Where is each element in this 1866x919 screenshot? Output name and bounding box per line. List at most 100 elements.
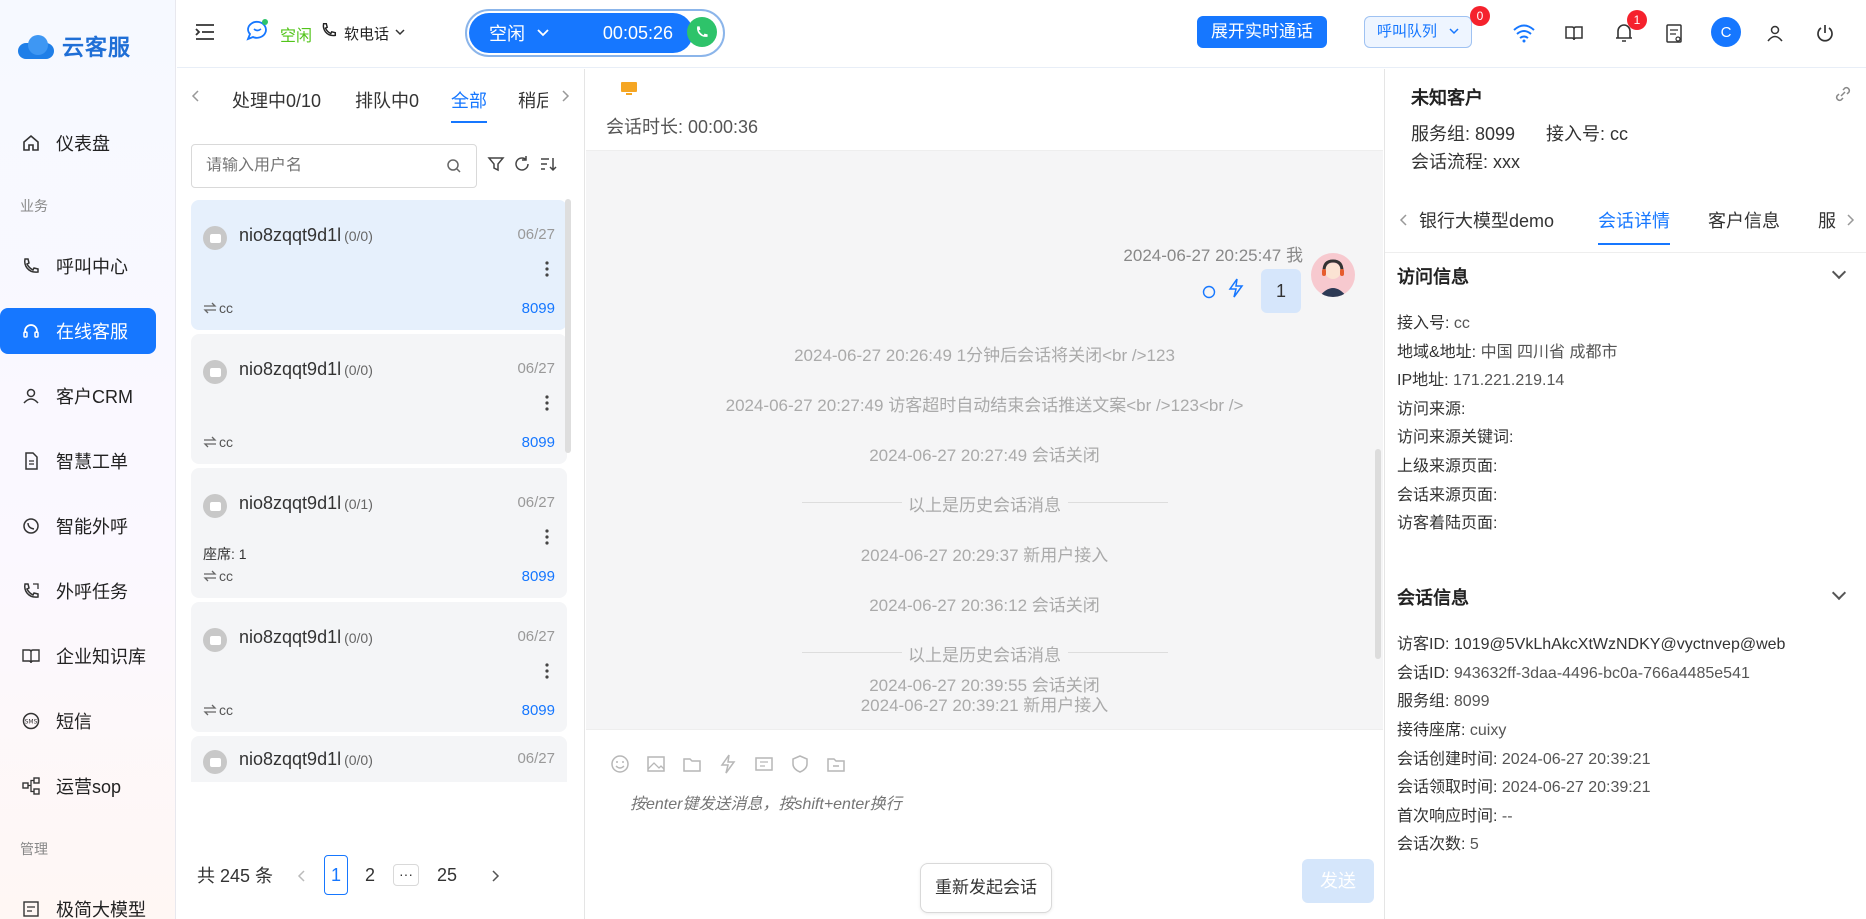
sidebar-item-online-service[interactable]: 在线客服 — [0, 308, 156, 354]
card-channel: cc — [203, 568, 233, 584]
tab-session-detail[interactable]: 会话详情 — [1598, 207, 1670, 233]
tab-customer-info[interactable]: 客户信息 — [1708, 207, 1780, 233]
field-label: 访客着陆页面: — [1397, 515, 1498, 532]
tabs-prev-icon[interactable] — [191, 89, 201, 106]
card-channel: cc — [203, 434, 233, 450]
page-ellipsis[interactable]: ··· — [393, 864, 419, 886]
call-status-text: 空闲 — [489, 24, 525, 44]
more-vertical-icon[interactable] — [545, 394, 549, 412]
filter-icon[interactable] — [487, 155, 505, 176]
sidebar-item-crm[interactable]: 客户CRM — [0, 373, 156, 419]
page-next-icon[interactable] — [490, 869, 500, 886]
field-label: 接待座席: — [1397, 722, 1466, 739]
folder-icon[interactable] — [826, 754, 846, 774]
tabs-prev-icon[interactable] — [1399, 213, 1409, 230]
tabs-next-icon[interactable] — [1845, 213, 1855, 230]
card-date: 06/27 — [517, 360, 555, 377]
evaluation-icon[interactable] — [790, 754, 810, 774]
sidebar-item-outbound-task[interactable]: 外呼任务 — [0, 568, 156, 614]
conversation-card[interactable]: nio8zqqt9d1l (0/0) 06/27 cc 8099 — [191, 200, 567, 330]
agent-avatar — [1311, 253, 1355, 297]
session-field: 接待座席: cuixy — [1397, 716, 1506, 740]
chat-scrollbar[interactable] — [1375, 449, 1381, 659]
sidebar-item-model[interactable]: 极简大模型 — [0, 886, 156, 919]
file-icon[interactable] — [682, 754, 702, 774]
system-message: 2024-06-27 20:36:12 会话关闭 — [869, 596, 1100, 615]
page-prev-icon[interactable] — [297, 869, 307, 886]
customer-detail-panel: 未知客户 服务组: 8099 接入号: cc 会话流程: xxx 银行大模型de… — [1384, 69, 1866, 919]
sidebar-item-sop[interactable]: 运营sop — [0, 763, 156, 809]
conversation-card[interactable]: nio8zqqt9d1l (0/0) 06/27 — [191, 736, 567, 782]
tab-later[interactable]: 稍后 — [518, 87, 548, 113]
more-vertical-icon[interactable] — [545, 528, 549, 546]
message-input[interactable] — [630, 790, 1330, 850]
refresh-icon[interactable] — [513, 155, 531, 176]
book-icon[interactable] — [1561, 20, 1587, 46]
field-label: 首次响应时间: — [1397, 808, 1498, 825]
card-username-text: nio8zqqt9d1l — [239, 627, 342, 647]
menu-toggle-icon[interactable] — [194, 22, 216, 45]
sidebar-item-dashboard[interactable]: 仪表盘 — [0, 120, 156, 166]
conversation-card[interactable]: nio8zqqt9d1l (0/0) 06/27 cc 8099 — [191, 334, 567, 464]
home-icon — [20, 132, 42, 154]
flow-icon — [20, 775, 42, 797]
sidebar-item-ticket[interactable]: 智慧工单 — [0, 438, 156, 484]
card-message-icon[interactable] — [754, 754, 774, 774]
call-queue-button[interactable]: 呼叫队列 — [1364, 16, 1473, 48]
page-25[interactable]: 25 — [429, 855, 465, 895]
link-icon[interactable] — [1834, 85, 1852, 106]
search-input[interactable] — [206, 157, 426, 175]
sidebar-item-sms[interactable]: SMS 短信 — [0, 698, 156, 744]
collapse-session-icon[interactable] — [1831, 585, 1847, 601]
chevron-down-icon[interactable] — [395, 24, 405, 40]
visit-field: 上级来源页面: — [1397, 452, 1497, 476]
quick-phrase-icon[interactable] — [718, 754, 738, 774]
conversation-card[interactable]: nio8zqqt9d1l (0/1) 06/27 座席: 1 cc 8099 — [191, 468, 567, 598]
tab-all[interactable]: 全部 — [451, 87, 487, 113]
clipboard-icon[interactable] — [1661, 20, 1687, 46]
send-button[interactable]: 发送 — [1302, 859, 1374, 903]
profile-icon[interactable] — [1762, 20, 1788, 46]
power-icon[interactable] — [1812, 20, 1838, 46]
customer-name: 未知客户 — [1411, 88, 1483, 108]
softphone-label[interactable]: 软电话 — [344, 23, 389, 44]
call-status-dropdown[interactable]: 空闲 00:05:26 — [469, 13, 693, 53]
tab-bank-model-demo[interactable]: 银行大模型demo — [1419, 207, 1554, 233]
expand-realtime-call-button[interactable]: 展开实时通话 — [1197, 16, 1327, 48]
sidebar-item-call-center[interactable]: 呼叫中心 — [0, 243, 156, 289]
wifi-icon[interactable] — [1511, 20, 1537, 46]
search-icon[interactable] — [446, 158, 462, 174]
more-vertical-icon[interactable] — [545, 662, 549, 680]
service-group: 服务组: 8099 — [1411, 124, 1516, 144]
list-scrollbar[interactable] — [565, 199, 571, 453]
tabs-next-icon[interactable] — [560, 89, 570, 106]
sidebar-item-smart-outbound[interactable]: 智能外呼 — [0, 503, 156, 549]
session-field: 会话ID: 943632ff-3daa-4496-bc0a-766a4485e5… — [1397, 659, 1750, 683]
sidebar-item-knowledge[interactable]: 企业知识库 — [0, 633, 156, 679]
visit-field: 接入号: cc — [1397, 309, 1470, 333]
chat-header: 会话时长: 00:00:36 — [586, 69, 1383, 151]
user-avatar[interactable]: C — [1711, 17, 1741, 47]
agent-status-text[interactable]: 空闲 — [280, 22, 312, 46]
collapse-visit-icon[interactable] — [1831, 264, 1847, 280]
tab-processing[interactable]: 处理中0/10 — [232, 87, 321, 113]
image-icon[interactable] — [646, 754, 666, 774]
tab-queued[interactable]: 排队中0 — [355, 87, 419, 113]
answer-phone-icon[interactable] — [687, 17, 717, 47]
book-icon — [20, 645, 42, 667]
card-date: 06/27 — [517, 628, 555, 645]
conversation-card[interactable]: nio8zqqt9d1l (0/0) 06/27 cc 8099 — [191, 602, 567, 732]
emoji-icon[interactable] — [610, 754, 630, 774]
restart-session-button[interactable]: 重新发起会话 — [920, 863, 1052, 913]
transfer-icon — [203, 704, 217, 716]
sort-icon[interactable] — [539, 155, 557, 176]
more-vertical-icon[interactable] — [545, 260, 549, 278]
page-2[interactable]: 2 — [358, 855, 382, 895]
page-1[interactable]: 1 — [324, 855, 348, 895]
tab-service[interactable]: 服 — [1818, 207, 1836, 233]
conversation-list-panel: 处理中0/10 排队中0 全部 稍后 nio8zqqt9d1l(0/0) 06/… — [177, 69, 585, 919]
chat-status-icon[interactable] — [245, 18, 271, 45]
sidebar-item-label: 企业知识库 — [56, 647, 146, 667]
quick-reply-icon[interactable] — [1227, 278, 1245, 301]
session-field: 访客ID: 1019@5VkLhAkcXtWzNDKY@vyctnvep@web — [1397, 630, 1785, 654]
